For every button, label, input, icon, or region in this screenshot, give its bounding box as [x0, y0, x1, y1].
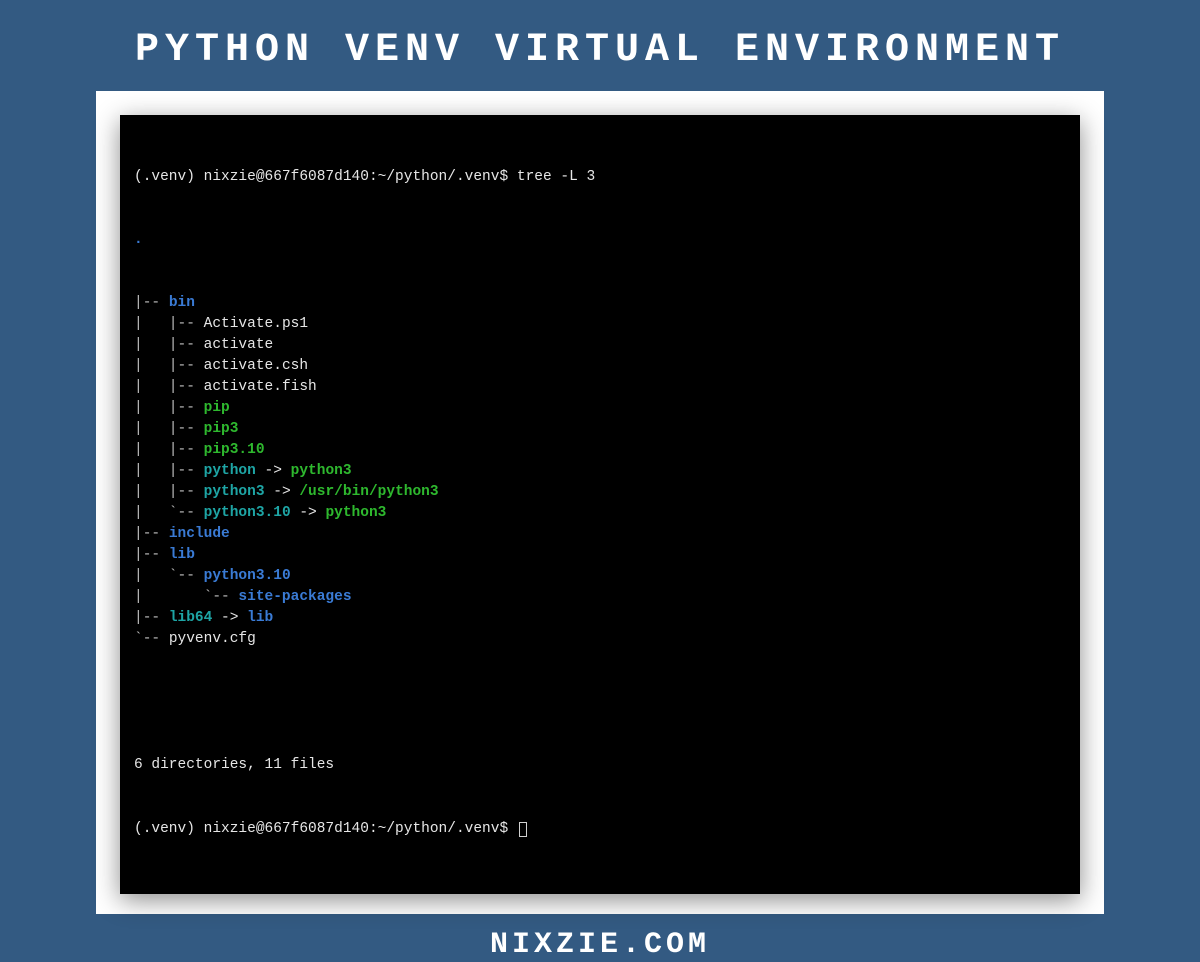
tree-entry-name: lib [169, 547, 195, 563]
tree-entry-name: site-packages [238, 589, 351, 605]
symlink-arrow: -> [291, 505, 326, 521]
tree-entry-name: bin [169, 295, 195, 311]
tree-summary: 6 directories, 11 files [134, 755, 1066, 776]
shell-prompt: (.venv) nixzie@667f6087d140:~/python/.ve… [134, 169, 517, 185]
prompt-line-2: (.venv) nixzie@667f6087d140:~/python/.ve… [134, 819, 1066, 840]
tree-line: | |-- python -> python3 [134, 461, 1066, 482]
tree-line: | |-- python3 -> /usr/bin/python3 [134, 482, 1066, 503]
symlink-target: python3 [291, 463, 352, 479]
tree-line: | |-- activate.csh [134, 356, 1066, 377]
tree-entry-name: pip [204, 400, 230, 416]
tree-entry-name: activate [204, 337, 274, 353]
tree-line: | |-- pip [134, 398, 1066, 419]
terminal-card: (.venv) nixzie@667f6087d140:~/python/.ve… [96, 91, 1104, 914]
tree-prefix: | |-- [134, 358, 204, 374]
tree-prefix: | |-- [134, 463, 204, 479]
shell-prompt-2: (.venv) nixzie@667f6087d140:~/python/.ve… [134, 821, 517, 837]
tree-entry-name: python3.10 [204, 568, 291, 584]
terminal-window[interactable]: (.venv) nixzie@667f6087d140:~/python/.ve… [120, 115, 1080, 894]
tree-prefix: |-- [134, 295, 169, 311]
tree-prefix: | |-- [134, 484, 204, 500]
tree-prefix: `-- [134, 631, 169, 647]
tree-entry-name: Activate.ps1 [204, 316, 308, 332]
tree-line: | `-- python3.10 [134, 566, 1066, 587]
tree-line: | |-- pip3 [134, 419, 1066, 440]
tree-entry-name: python3.10 [204, 505, 291, 521]
tree-prefix: | `-- [134, 505, 204, 521]
tree-line: |-- bin [134, 293, 1066, 314]
tree-prefix: | |-- [134, 337, 204, 353]
tree-entry-name: pip3 [204, 421, 239, 437]
prompt-line-1: (.venv) nixzie@667f6087d140:~/python/.ve… [134, 167, 1066, 188]
tree-line: |-- lib64 -> lib [134, 608, 1066, 629]
tree-entry-name: activate.fish [204, 379, 317, 395]
cursor-icon [519, 822, 527, 837]
tree-prefix: |-- [134, 547, 169, 563]
tree-prefix: | `-- [134, 568, 204, 584]
tree-entry-name: python [204, 463, 256, 479]
symlink-arrow: -> [256, 463, 291, 479]
tree-entry-name: lib64 [169, 610, 213, 626]
tree-prefix: | |-- [134, 442, 204, 458]
symlink-target: /usr/bin/python3 [299, 484, 438, 500]
tree-line: | |-- activate.fish [134, 377, 1066, 398]
tree-line: `-- pyvenv.cfg [134, 629, 1066, 650]
tree-prefix: | |-- [134, 421, 204, 437]
tree-entry-name: python3 [204, 484, 265, 500]
tree-line: | `-- site-packages [134, 587, 1066, 608]
footer-brand: NIXZIE.COM [0, 914, 1200, 962]
tree-prefix: |-- [134, 610, 169, 626]
tree-entry-name: pip3.10 [204, 442, 265, 458]
tree-prefix: | `-- [134, 589, 238, 605]
tree-entry-name: include [169, 526, 230, 542]
symlink-target: lib [247, 610, 273, 626]
tree-root: . [134, 230, 1066, 251]
tree-output: |-- bin| |-- Activate.ps1| |-- activate|… [134, 293, 1066, 650]
symlink-arrow: -> [265, 484, 300, 500]
tree-line: | |-- pip3.10 [134, 440, 1066, 461]
tree-prefix: | |-- [134, 379, 204, 395]
tree-line: |-- include [134, 524, 1066, 545]
tree-line: |-- lib [134, 545, 1066, 566]
shell-command: tree -L 3 [517, 169, 595, 185]
tree-prefix: | |-- [134, 316, 204, 332]
blank-line [134, 692, 1066, 713]
tree-entry-name: activate.csh [204, 358, 308, 374]
tree-prefix: |-- [134, 526, 169, 542]
tree-prefix: | |-- [134, 400, 204, 416]
page-title: PYTHON VENV VIRTUAL ENVIRONMENT [0, 0, 1200, 91]
symlink-target: python3 [325, 505, 386, 521]
tree-entry-name: pyvenv.cfg [169, 631, 256, 647]
tree-line: | |-- activate [134, 335, 1066, 356]
tree-line: | `-- python3.10 -> python3 [134, 503, 1066, 524]
tree-line: | |-- Activate.ps1 [134, 314, 1066, 335]
symlink-arrow: -> [212, 610, 247, 626]
